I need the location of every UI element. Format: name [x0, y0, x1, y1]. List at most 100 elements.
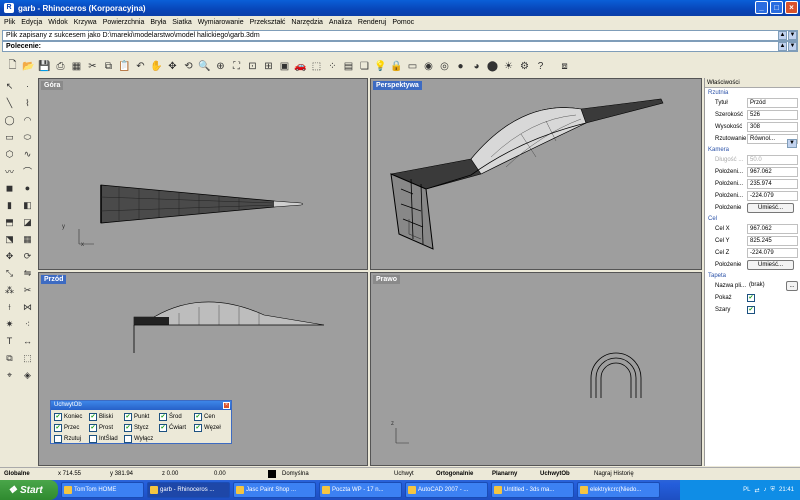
language-indicator[interactable]: PL [743, 487, 750, 493]
rotate-view-icon[interactable]: ⟲ [181, 58, 196, 74]
task-elektryk[interactable]: elektrykcrc(Niedo... [577, 482, 660, 498]
render-icon[interactable]: ⬤ [485, 58, 500, 74]
osnap-option[interactable]: IntŚlad [89, 433, 124, 444]
rotate-icon[interactable]: ⟳ [19, 248, 36, 264]
osnap-option[interactable]: ✔ Koniec [54, 411, 89, 422]
polyline-icon[interactable]: ⌇ [19, 95, 36, 111]
maximize-button[interactable]: □ [770, 1, 783, 14]
section-wallpaper[interactable]: Tapeta [705, 271, 800, 280]
osnap-title-bar[interactable]: UchwytOb × [51, 401, 231, 410]
osnap-option[interactable]: ✔ Punkt [124, 411, 159, 422]
snapshot-icon[interactable]: ⧈ [557, 58, 572, 74]
task-autocad[interactable]: AutoCAD 2007 - ... [405, 482, 488, 498]
command-input[interactable] [45, 42, 746, 51]
viewport-label-front[interactable]: Przód [41, 275, 67, 284]
freeform-icon[interactable]: 〰 [1, 163, 18, 179]
shaded-sphere-icon[interactable]: ● [453, 58, 468, 74]
wallpaper-browse-button[interactable]: ... [786, 281, 798, 291]
move-view-icon[interactable]: ✥ [165, 58, 180, 74]
curve-icon[interactable]: ∿ [19, 146, 36, 162]
wallpaper-gray-checkbox[interactable]: ✔ [747, 306, 755, 314]
zoom-icon[interactable]: 🔍 [197, 58, 212, 74]
menu-narzedzia[interactable]: Narzędzia [291, 19, 323, 26]
osnap-checkbox[interactable]: ✔ [194, 412, 202, 421]
lightbulb-icon[interactable]: 💡 [373, 58, 388, 74]
status-record-history[interactable]: Nagraj Historię [590, 471, 660, 477]
osnap-option[interactable]: ✔ Prost [89, 422, 124, 433]
split-icon[interactable]: ⟊ [1, 299, 18, 315]
prop-target-x-field[interactable]: 967.062 [747, 224, 798, 234]
tray-network-icon[interactable]: ⇄ [754, 487, 759, 494]
surface-icon[interactable]: ◧ [19, 197, 36, 213]
line-icon[interactable]: ╲ [1, 95, 18, 111]
array-icon[interactable]: ⁂ [1, 282, 18, 298]
task-3ds-max[interactable]: Untitled - 3ds ma... [491, 482, 574, 498]
target-place-button[interactable]: Umieść... [747, 260, 794, 270]
points-icon[interactable]: ⁘ [325, 58, 340, 74]
viewport-perspective[interactable]: Perspektywa [370, 78, 702, 270]
select-arrow-icon[interactable]: ↖ [1, 78, 18, 94]
prop-target-z-field[interactable]: -224.079 [747, 248, 798, 258]
menu-przeksztalc[interactable]: Przekształć [250, 19, 286, 26]
minimize-button[interactable]: _ [755, 1, 768, 14]
loft-icon[interactable]: ◪ [19, 214, 36, 230]
viewport-top[interactable]: Góra y x [38, 78, 368, 270]
mirror-icon[interactable]: ⇋ [19, 265, 36, 281]
osnap-option[interactable]: ✔ Przec [54, 422, 89, 433]
scale-icon[interactable]: ⤡ [1, 265, 18, 281]
osnap-checkbox[interactable]: ✔ [124, 412, 132, 421]
explode-icon[interactable]: ✷ [1, 316, 18, 332]
close-button[interactable]: × [785, 1, 798, 14]
zoom-extents-all-icon[interactable]: ⊞ [261, 58, 276, 74]
arc-icon[interactable]: ◠ [19, 112, 36, 128]
section-camera[interactable]: Kamera [705, 145, 800, 154]
projection-dropdown-icon[interactable]: ▼ [787, 139, 797, 148]
menu-widok[interactable]: Widok [48, 19, 67, 26]
prop-camera-x-field[interactable]: 967.062 [747, 167, 798, 177]
osnap-checkbox[interactable]: ✔ [194, 423, 202, 432]
history-scroll-up-icon[interactable]: ▲ [778, 31, 787, 40]
start-button[interactable]: ❖ Start [0, 480, 58, 500]
select-icon[interactable]: ⬚ [309, 58, 324, 74]
menu-pomoc[interactable]: Pomoc [392, 19, 414, 26]
osnap-checkbox[interactable] [89, 434, 97, 443]
osnap-option[interactable]: ✔ Węzeł [194, 422, 229, 433]
menu-plik[interactable]: Plik [4, 19, 15, 26]
osnap-checkbox[interactable]: ✔ [159, 412, 167, 421]
prop-camera-y-field[interactable]: 235.974 [747, 179, 798, 189]
section-viewport[interactable]: Rzutnia [705, 88, 800, 97]
copy-icon[interactable]: ⧉ [101, 58, 116, 74]
point-icon[interactable]: · [19, 78, 36, 94]
edit-points-icon[interactable]: ⁖ [19, 316, 36, 332]
prop-height-field[interactable]: 308 [747, 122, 798, 132]
zoom-extents-icon[interactable]: ⛶ [229, 58, 244, 74]
menu-siatka[interactable]: Siatka [172, 19, 191, 26]
cylinder-icon[interactable]: ▮ [1, 197, 18, 213]
save-icon[interactable]: 💾 [37, 58, 52, 74]
command-scroll-down-icon[interactable]: ▼ [788, 42, 797, 51]
prop-camera-z-field[interactable]: -224.079 [747, 191, 798, 201]
viewport-label-perspective[interactable]: Perspektywa [373, 81, 422, 90]
status-grid-snap[interactable]: Uchwyt [390, 471, 432, 477]
osnap-option[interactable]: ✔ Ćwiart [159, 422, 194, 433]
rectangle-icon[interactable]: ▭ [1, 129, 18, 145]
status-planar[interactable]: Planarny [488, 471, 536, 477]
four-viewports-icon[interactable]: ▣ [277, 58, 292, 74]
undo-icon[interactable]: ↶ [133, 58, 148, 74]
tray-shield-icon[interactable]: ⛨ [770, 487, 775, 494]
fillet-curve-icon[interactable]: ⌒ [19, 163, 36, 179]
tray-volume-icon[interactable]: ♪ [763, 487, 766, 493]
open-file-icon[interactable]: 📂 [21, 58, 36, 74]
extrude-icon[interactable]: ⬒ [1, 214, 18, 230]
properties-icon[interactable]: ▭ [405, 58, 420, 74]
wireframe-sphere-icon[interactable]: ◎ [437, 58, 452, 74]
cut-icon[interactable]: ✂ [85, 58, 100, 74]
mesh-icon[interactable]: ▦ [19, 231, 36, 247]
boolean-icon[interactable]: ⬔ [1, 231, 18, 247]
text-icon[interactable]: T [1, 333, 18, 349]
viewport-label-right[interactable]: Prawo [373, 275, 401, 284]
box-icon[interactable]: ◼ [1, 180, 18, 196]
task-rhinoceros[interactable]: garb - Rhinoceros ... [147, 482, 230, 498]
pan-hand-icon[interactable]: ✋ [149, 58, 164, 74]
group-icon[interactable]: ⧉ [1, 350, 18, 366]
